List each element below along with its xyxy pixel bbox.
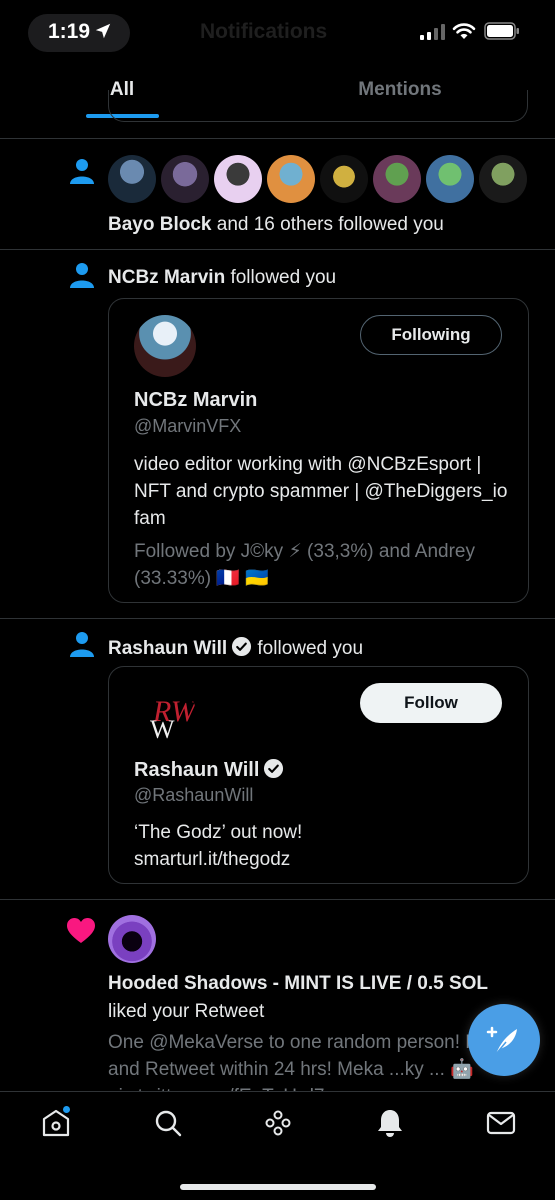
avatar[interactable] (214, 155, 262, 203)
previous-card-edge (108, 90, 528, 122)
status-bar: 1:19 Notifications (0, 0, 555, 62)
avatar[interactable] (373, 155, 421, 203)
follow-group-rest: and 16 others followed you (211, 214, 444, 235)
rw-logo-icon: RW W (150, 695, 196, 744)
page-title: Notifications (200, 20, 328, 43)
cellular-signal-icon (420, 24, 445, 40)
following-button[interactable]: Following (360, 315, 502, 355)
home-indicator[interactable] (180, 1184, 376, 1190)
card-handle: @RashaunWill (134, 785, 254, 805)
card-name: NCBz Marvin (134, 389, 258, 411)
follower-name[interactable]: Bayo Block (108, 214, 211, 235)
compose-tweet-button[interactable] (468, 1004, 540, 1076)
notifications-icon[interactable] (375, 1108, 405, 1138)
like-action-text: liked your Retweet (108, 1001, 265, 1022)
card-followed-by: Followed by J©ky ⚡ (33,3%) and Andrey (3… (134, 541, 475, 589)
bottom-navigation (0, 1091, 555, 1200)
user-card[interactable]: RW W Follow Rashaun Will @RashaunWill ‘T… (108, 666, 529, 884)
card-bio: video editor working with @NCBzEsport | … (134, 454, 508, 529)
avatar[interactable] (267, 155, 315, 203)
messages-icon[interactable] (486, 1108, 516, 1138)
follow-group-text: Bayo Block and 16 others followed you (108, 214, 444, 236)
status-time: 1:19 (48, 20, 91, 43)
person-icon (70, 159, 94, 184)
new-content-dot (62, 1105, 71, 1114)
follow-rest: followed you (225, 267, 337, 288)
card-handle: @MarvinVFX (134, 416, 242, 436)
follow-text: Rashaun Will followed you (108, 636, 363, 660)
search-icon[interactable] (153, 1108, 183, 1138)
person-icon (70, 263, 94, 288)
avatar[interactable] (108, 915, 156, 963)
follow-rest: followed you (252, 638, 364, 659)
card-bio: ‘The Godz’ out now! smarturl.it/thegodz (134, 822, 303, 870)
avatar[interactable]: RW W (134, 683, 196, 745)
divider (0, 899, 555, 900)
compose-feather-icon (486, 1026, 517, 1055)
battery-icon (484, 22, 519, 40)
wifi-icon (452, 23, 476, 39)
svg-text:W: W (150, 715, 175, 744)
heart-icon (67, 918, 95, 943)
avatar[interactable] (161, 155, 209, 203)
verified-badge-icon (264, 758, 284, 779)
liker-name[interactable]: Hooded Shadows - MINT IS LIVE / 0.5 SOL (108, 973, 488, 995)
verified-badge-icon (232, 636, 252, 657)
divider (0, 249, 555, 250)
avatar[interactable] (320, 155, 368, 203)
follower-name[interactable]: Rashaun Will (108, 638, 227, 659)
card-name: Rashaun Will (134, 759, 260, 781)
spaces-icon[interactable] (263, 1108, 293, 1138)
avatar[interactable] (108, 155, 156, 203)
card-name-row: Rashaun Will (134, 758, 284, 782)
person-icon (70, 632, 94, 657)
divider (0, 618, 555, 619)
follow-text: NCBz Marvin followed you (108, 267, 336, 289)
avatar[interactable] (134, 315, 196, 377)
avatar[interactable] (479, 155, 527, 203)
location-arrow-icon (95, 23, 111, 39)
follow-button[interactable]: Follow (360, 683, 502, 723)
follower-name[interactable]: NCBz Marvin (108, 267, 225, 288)
user-card[interactable]: Following NCBz Marvin @MarvinVFX video e… (108, 298, 529, 603)
divider (0, 138, 555, 139)
avatar[interactable] (426, 155, 474, 203)
